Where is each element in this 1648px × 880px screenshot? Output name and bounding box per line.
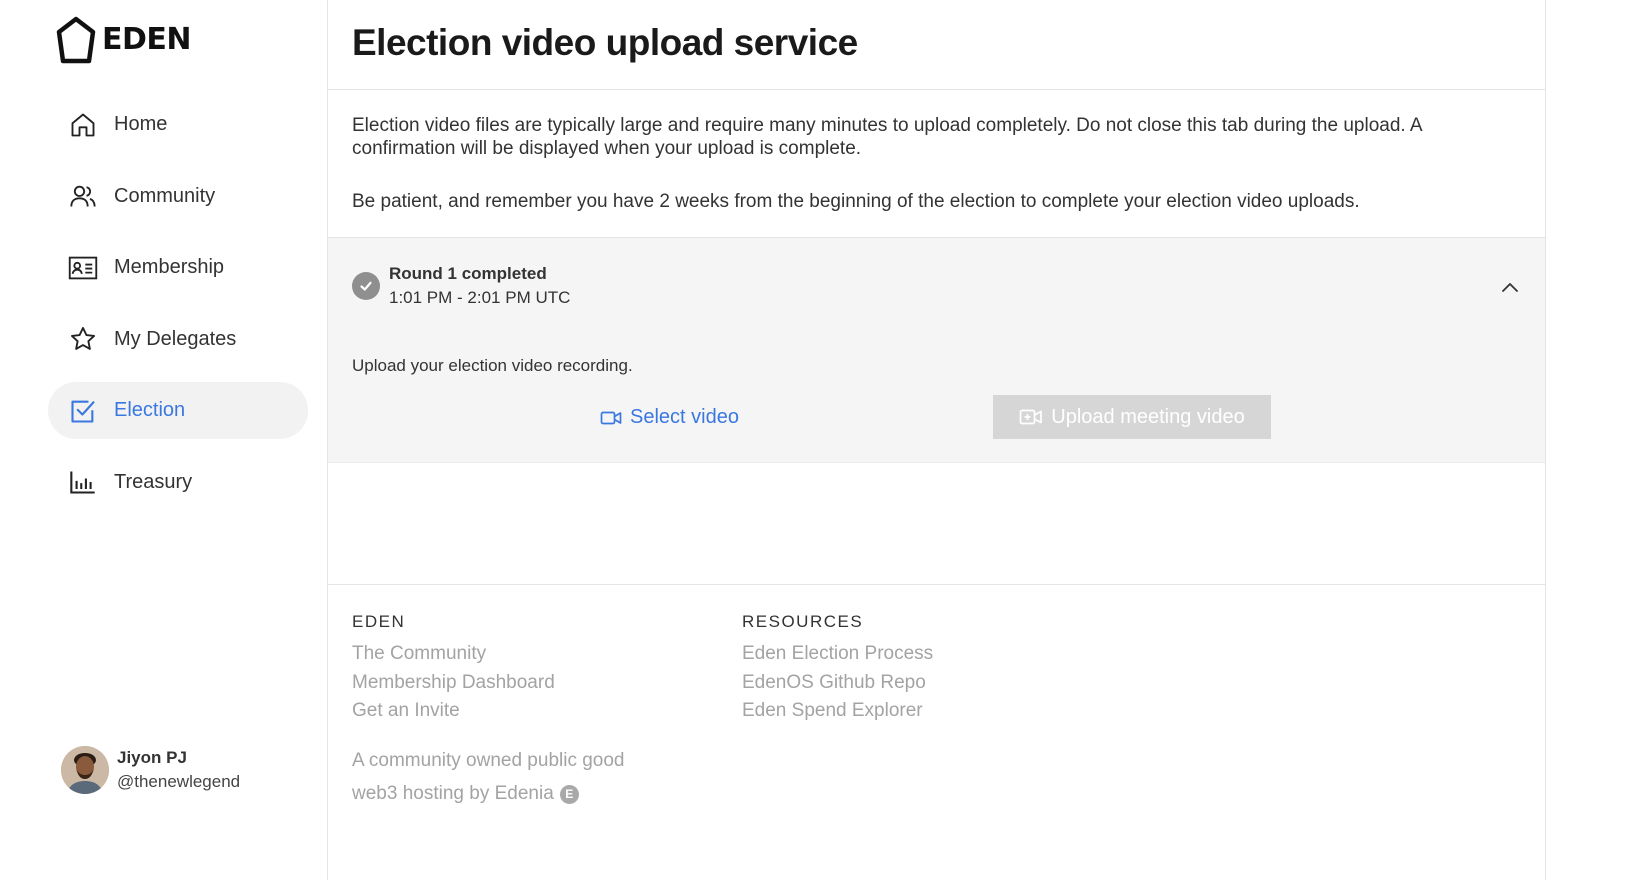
sidebar-item-label: Election [114, 399, 186, 421]
select-video-label: Select video [630, 406, 739, 428]
footer-heading: EDEN [352, 612, 406, 631]
footer-tagline: A community owned public good [352, 750, 625, 771]
sidebar-item-label: Membership [114, 256, 225, 278]
footer-heading: RESOURCES [742, 612, 864, 631]
round-time: 1:01 PM - 2:01 PM UTC [389, 288, 571, 307]
user-handle: @thenewlegend [117, 772, 241, 791]
video-camera-icon [600, 410, 622, 426]
footer-hosting[interactable]: web3 hosting by Edenia E [352, 782, 579, 806]
footer-resources-column: RESOURCES Eden Election Process EdenOS G… [742, 611, 933, 726]
star-icon [68, 324, 98, 354]
sidebar-item-membership[interactable]: Membership [48, 239, 308, 296]
id-card-icon [68, 253, 98, 283]
page-title: Election video upload service [352, 22, 858, 63]
sidebar-item-home[interactable]: Home [48, 96, 308, 153]
user-name: Jiyon PJ [117, 748, 187, 767]
footer-link[interactable]: Get an Invite [352, 697, 555, 726]
pentagon-logo-icon [56, 16, 96, 64]
sidebar-item-label: Community [114, 184, 216, 207]
footer-link[interactable]: Eden Spend Explorer [742, 697, 933, 726]
footer-link[interactable]: EdenOS Github Repo [742, 669, 933, 698]
sidebar-item-election[interactable]: Election [48, 382, 308, 439]
page-header: Election video upload service [328, 0, 1545, 90]
sidebar-item-treasury[interactable]: Treasury [48, 454, 308, 511]
intro-paragraph: Election video files are typically large… [352, 115, 1422, 159]
video-add-icon [1019, 408, 1043, 426]
footer-link[interactable]: Eden Election Process [742, 640, 933, 669]
sidebar-item-my-delegates[interactable]: My Delegates [48, 311, 308, 368]
footer: EDEN The Community Membership Dashboard … [328, 584, 1546, 880]
check-circle-icon [352, 272, 380, 300]
avatar [61, 746, 109, 794]
edenia-logo-icon: E [559, 784, 579, 804]
bar-chart-icon [68, 467, 98, 497]
upload-meeting-video-button[interactable]: Upload meeting video [993, 395, 1271, 439]
round-title: Round 1 completed [389, 264, 547, 283]
checkbox-icon [68, 396, 98, 426]
round-panel: Round 1 completed 1:01 PM - 2:01 PM UTC … [328, 238, 1545, 463]
footer-eden-column: EDEN The Community Membership Dashboard … [352, 611, 555, 726]
footer-link[interactable]: Membership Dashboard [352, 669, 555, 698]
sidebar-item-label: Treasury [114, 470, 193, 493]
sidebar-item-label: Home [114, 113, 168, 135]
users-icon [68, 181, 98, 211]
sidebar-nav: Home Community Membership My Delegates E… [48, 96, 308, 525]
sidebar: EDEN Home Community Membership My Delega… [0, 0, 328, 880]
eden-logo[interactable]: EDEN [56, 16, 192, 64]
main-content: Election video upload service Election v… [328, 0, 1546, 880]
intro-section: Election video files are typically large… [328, 90, 1545, 238]
upload-prompt: Upload your election video recording. [352, 356, 633, 375]
footer-hosting-text: web3 hosting by Edenia [352, 783, 554, 804]
logo-text: EDEN [102, 22, 192, 57]
round-header: Round 1 completed 1:01 PM - 2:01 PM UTC [352, 262, 570, 310]
intro-paragraph: Be patient, and remember you have 2 week… [352, 191, 1360, 212]
chevron-up-icon[interactable] [1499, 276, 1521, 298]
sidebar-item-label: My Delegates [114, 327, 237, 350]
home-icon [68, 110, 98, 140]
upload-meeting-video-label: Upload meeting video [1051, 405, 1245, 428]
select-video-button[interactable]: Select video [600, 406, 739, 429]
user-profile[interactable]: Jiyon PJ @thenewlegend [61, 746, 240, 794]
sidebar-item-community[interactable]: Community [48, 168, 308, 225]
footer-link[interactable]: The Community [352, 640, 555, 669]
